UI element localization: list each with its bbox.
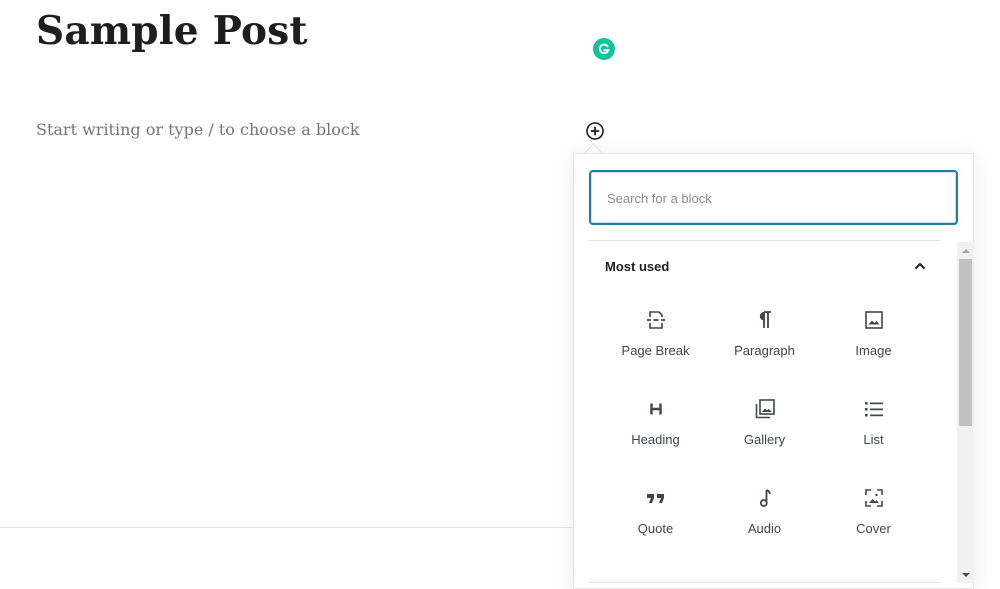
block-heading[interactable]: Heading <box>601 381 710 470</box>
block-label: Cover <box>856 521 891 536</box>
block-label: Audio <box>747 521 782 536</box>
paragraph-icon <box>753 308 777 332</box>
block-cover[interactable]: Cover <box>819 470 928 559</box>
scroll-up-arrow-icon[interactable] <box>957 242 974 259</box>
audio-icon <box>753 486 777 510</box>
list-icon <box>862 397 886 421</box>
block-label: Quote <box>637 521 674 536</box>
block-label: Image <box>855 343 892 358</box>
grammarly-icon[interactable] <box>593 38 615 60</box>
scrollbar[interactable] <box>957 242 974 583</box>
block-label: List <box>863 432 884 447</box>
chevron-up-icon <box>911 257 929 275</box>
panel-title: Most used <box>605 258 670 274</box>
search-box[interactable] <box>589 170 958 225</box>
block-audio[interactable]: Audio <box>710 470 819 559</box>
editor-divider <box>0 527 575 528</box>
post-title[interactable]: Sample Post <box>36 8 308 54</box>
heading-icon <box>644 397 668 421</box>
block-placeholder[interactable]: Start writing or type / to choose a bloc… <box>36 120 360 139</box>
gallery-icon <box>753 397 777 421</box>
block-label: Page Break <box>621 343 690 358</box>
block-paragraph[interactable]: Paragraph <box>710 292 819 381</box>
cover-icon <box>862 486 886 510</box>
block-gallery[interactable]: Gallery <box>710 381 819 470</box>
search-divider <box>589 240 941 241</box>
block-list: Page Break Paragraph Image Heading Galle… <box>601 292 928 559</box>
block-quote[interactable]: Quote <box>601 470 710 559</box>
block-label: Paragraph <box>734 343 795 358</box>
block-label: Heading <box>631 432 680 447</box>
scrollbar-thumb[interactable] <box>959 259 972 426</box>
section-divider <box>589 582 941 583</box>
search-input[interactable] <box>605 172 939 225</box>
image-icon <box>862 308 886 332</box>
scroll-down-arrow-icon[interactable] <box>957 566 974 583</box>
block-inserter-popover: Most used Page Break <box>573 153 974 589</box>
add-block-button[interactable] <box>584 120 606 142</box>
block-label: Gallery <box>743 432 786 447</box>
quote-icon <box>644 486 668 510</box>
most-used-panel-toggle[interactable]: Most used <box>589 254 929 278</box>
page-break-icon <box>644 308 668 332</box>
block-list[interactable]: List <box>819 381 928 470</box>
block-page-break[interactable]: Page Break <box>601 292 710 381</box>
block-image[interactable]: Image <box>819 292 928 381</box>
plus-circle-icon <box>586 122 604 140</box>
